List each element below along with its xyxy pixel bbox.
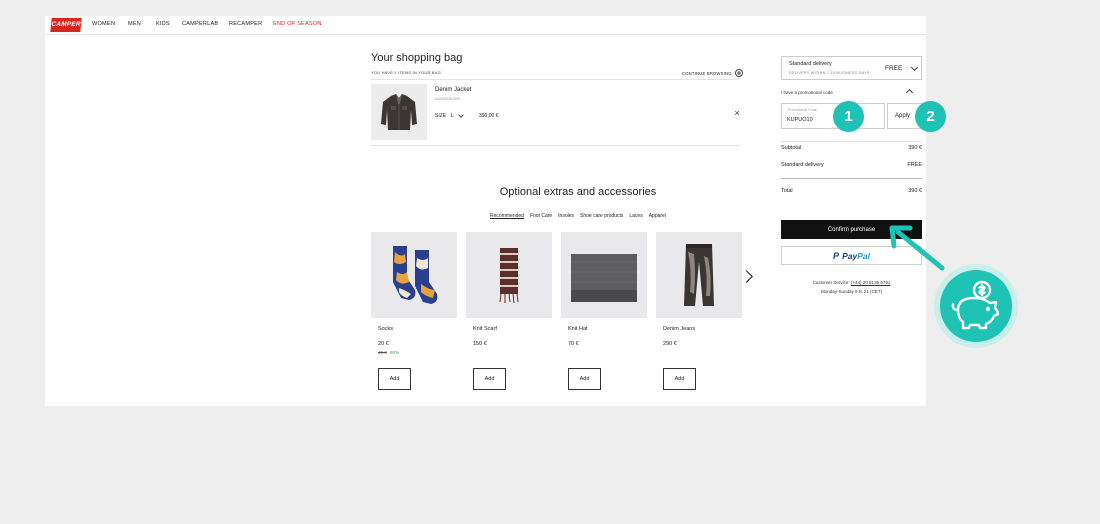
step-2-badge: 2 bbox=[915, 101, 946, 132]
hat-icon bbox=[571, 254, 637, 302]
chevron-up-icon[interactable] bbox=[905, 88, 914, 97]
paypal-wordmark: PayPal bbox=[842, 251, 870, 261]
camper-logo[interactable]: CAMPER bbox=[50, 18, 82, 32]
chevron-down-icon bbox=[458, 112, 464, 118]
item-price: 390,00 € bbox=[479, 113, 499, 119]
paypal-pal: Pal bbox=[857, 250, 870, 261]
nav-kids[interactable]: KIDS bbox=[156, 21, 170, 27]
product-card[interactable]: Knit Scarf 150 € Add bbox=[466, 232, 552, 390]
divider bbox=[781, 178, 922, 179]
promo-toggle-label[interactable]: I have a promotional code bbox=[781, 90, 833, 95]
delivery-label: Standard delivery bbox=[781, 162, 824, 168]
plus-circle-icon bbox=[734, 69, 743, 77]
total-value: 390 € bbox=[908, 188, 922, 194]
divider bbox=[371, 145, 740, 146]
jeans-icon bbox=[684, 244, 714, 306]
subtotal-value: 390 € bbox=[908, 145, 922, 151]
tab-shoe-care[interactable]: Shoe care products bbox=[580, 213, 623, 219]
add-scarf-button[interactable]: Add bbox=[473, 368, 506, 390]
extras-title: Optional extras and accessories bbox=[499, 186, 657, 198]
add-jeans-button[interactable]: Add bbox=[663, 368, 696, 390]
product-price: 20 € bbox=[378, 341, 389, 347]
piggy-bank-icon bbox=[951, 280, 1000, 330]
product-price: 70 € bbox=[568, 341, 579, 347]
product-name: Knit Scarf bbox=[473, 326, 497, 332]
product-image bbox=[656, 232, 742, 318]
socks-icon bbox=[393, 246, 438, 304]
delivery-subtitle: DELIVERY WITHIN 7-10 BUSINESS DAYS bbox=[789, 70, 870, 75]
total-label: Total bbox=[781, 188, 793, 194]
delivery-selector[interactable]: Standard delivery DELIVERY WITHIN 7-10 B… bbox=[781, 56, 922, 80]
tab-insoles[interactable]: Insoles bbox=[558, 213, 574, 219]
old-price: 40 € bbox=[378, 350, 387, 355]
product-price: 150 € bbox=[473, 341, 487, 347]
carousel-next-chevron-icon[interactable] bbox=[740, 270, 753, 283]
nav-women[interactable]: WOMEN bbox=[92, 21, 115, 27]
product-card[interactable]: Knit Hat 70 € Add bbox=[561, 232, 647, 390]
delivery-value: FREE bbox=[907, 162, 922, 168]
item-reference: AU00008-005 bbox=[435, 96, 460, 101]
continue-browsing-label: CONTINUE BROWSING bbox=[682, 70, 732, 76]
paypal-pay: Pay bbox=[842, 250, 858, 261]
delivery-title: Standard delivery bbox=[789, 61, 832, 67]
size-label: SIZE bbox=[435, 113, 447, 119]
add-socks-button[interactable]: Add bbox=[378, 368, 411, 390]
extras-tabs: Recommended Foot Care Insoles Shoe care … bbox=[371, 213, 785, 219]
product-name: Socks bbox=[378, 326, 393, 332]
denim-jacket-image bbox=[371, 84, 427, 140]
top-nav: CAMPER WOMEN MEN KIDS CAMPERLAB RECAMPER… bbox=[45, 16, 926, 35]
product-name: Denim Jeans bbox=[663, 326, 696, 332]
bag-title: Your shopping bag bbox=[371, 52, 463, 64]
jacket-icon bbox=[381, 94, 417, 130]
tab-foot-care[interactable]: Foot Care bbox=[530, 213, 552, 219]
product-discount: 40 € 50% bbox=[378, 350, 399, 355]
product-image bbox=[371, 232, 457, 318]
product-price: 290 € bbox=[663, 341, 677, 347]
divider bbox=[781, 141, 922, 142]
divider bbox=[371, 79, 740, 80]
subtotal-label: Subtotal bbox=[781, 145, 802, 151]
pointer-arrow-icon bbox=[889, 225, 945, 271]
item-name[interactable]: Denim Jacket bbox=[435, 87, 471, 93]
tab-apparel[interactable]: Apparel bbox=[649, 213, 666, 219]
nav-recamper[interactable]: RECAMPER bbox=[229, 21, 262, 27]
add-hat-button[interactable]: Add bbox=[568, 368, 601, 390]
product-name: Knit Hat bbox=[568, 326, 588, 332]
product-card[interactable]: Denim Jeans 290 € Add bbox=[656, 232, 742, 390]
product-image bbox=[561, 232, 647, 318]
piggy-bank-badge bbox=[940, 270, 1012, 342]
remove-item-close-icon[interactable]: × bbox=[732, 108, 742, 118]
nav-end-of-season[interactable]: END OF SEASON bbox=[273, 21, 322, 27]
checkout-page: CAMPER WOMEN MEN KIDS CAMPERLAB RECAMPER… bbox=[45, 16, 926, 406]
nav-men[interactable]: MEN bbox=[128, 21, 141, 27]
step-1-badge: 1 bbox=[833, 101, 864, 132]
customer-service: Customer Service: (+44) 20 8135 6791 bbox=[781, 280, 922, 285]
discount-badge: 50% bbox=[390, 350, 400, 355]
size-selector[interactable]: SIZE L bbox=[435, 112, 464, 119]
tab-laces[interactable]: Laces bbox=[629, 213, 642, 219]
bag-item-count: YOU HAVE 1 ITEMS IN YOUR BAG bbox=[371, 70, 441, 75]
tab-recommended[interactable]: Recommended bbox=[490, 213, 524, 219]
scarf-icon bbox=[499, 248, 519, 304]
nav-camperlab[interactable]: CAMPERLAB bbox=[182, 21, 218, 27]
continue-browsing-link[interactable]: CONTINUE BROWSING bbox=[682, 69, 743, 77]
customer-service-label: Customer Service: bbox=[812, 280, 851, 285]
customer-service-phone[interactable]: (+44) 20 8135 6791 bbox=[851, 280, 890, 285]
chevron-down-icon bbox=[910, 63, 919, 72]
customer-service-hours: Monday-Sunday 9 to 21 (CET) bbox=[820, 289, 883, 294]
size-value: L bbox=[451, 113, 454, 119]
product-card[interactable]: Socks 20 € 40 € 50% Add bbox=[371, 232, 457, 390]
delivery-price: FREE bbox=[885, 65, 903, 72]
promo-code-label: Promotional Code bbox=[788, 108, 817, 112]
paypal-logo-icon: P bbox=[833, 250, 840, 261]
product-image bbox=[466, 232, 552, 318]
